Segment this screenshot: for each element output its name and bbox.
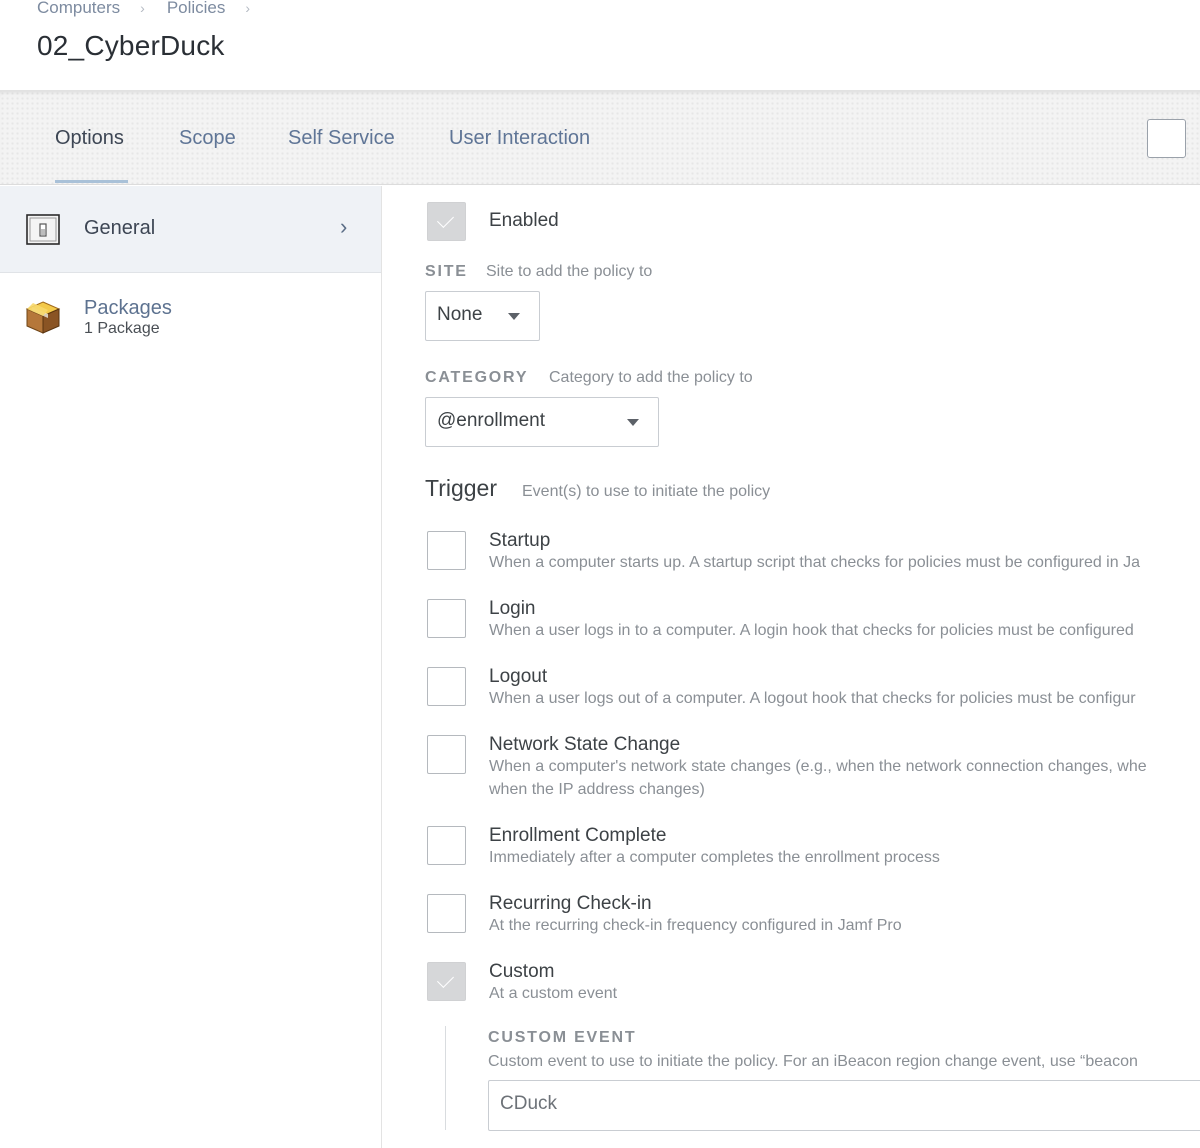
trigger-custom-desc: At a custom event — [489, 985, 618, 1002]
category-select-value: @enrollment — [437, 410, 545, 431]
trigger-enrollment-complete-checkbox[interactable] — [427, 826, 466, 865]
trigger-hint: Event(s) to use to initiate the policy — [522, 483, 771, 500]
tab-options[interactable]: Options — [55, 127, 124, 150]
custom-event-input[interactable]: CDuck — [488, 1080, 1200, 1131]
trigger-network-state-change-checkbox[interactable] — [427, 735, 466, 774]
custom-event-hint: Custom event to use to initiate the poli… — [488, 1053, 1138, 1070]
tab-self-service[interactable]: Self Service — [288, 127, 395, 150]
tab-bar: Options Scope Self Service User Interact… — [0, 90, 1200, 185]
sidebar: General › Packages 1 Package — [0, 186, 382, 1148]
breadcrumb-computers[interactable]: Computers — [37, 0, 120, 18]
trigger-logout-desc: When a user logs out of a computer. A lo… — [489, 690, 1136, 707]
sidebar-item-label: Packages — [84, 297, 172, 319]
package-box-icon — [25, 301, 61, 334]
trigger-login-label: Login — [489, 598, 536, 619]
trigger-startup-label: Startup — [489, 530, 551, 551]
caret-down-icon — [627, 419, 639, 426]
tab-user-interaction[interactable]: User Interaction — [449, 127, 590, 150]
sidebar-item-packages[interactable]: Packages 1 Package — [0, 274, 381, 364]
breadcrumb-separator: › — [245, 0, 251, 16]
trigger-network-state-change-desc-line2: when the IP address changes) — [489, 781, 705, 798]
page-header: Computers › Policies › 02_CyberDuck — [0, 0, 1200, 90]
breadcrumb: Computers › Policies › — [37, 0, 272, 18]
switch-icon — [26, 214, 60, 245]
custom-event-indent-line — [445, 1026, 446, 1130]
trigger-startup-checkbox[interactable] — [427, 531, 466, 570]
site-hint: Site to add the policy to — [486, 263, 653, 280]
page-title: 02_CyberDuck — [37, 30, 225, 61]
trigger-network-state-change-label: Network State Change — [489, 734, 681, 755]
site-select[interactable]: None — [425, 291, 540, 341]
trigger-login-desc: When a user logs in to a computer. A log… — [489, 622, 1134, 639]
breadcrumb-policies[interactable]: Policies — [167, 0, 226, 18]
trigger-recurring-checkin-checkbox[interactable] — [427, 894, 466, 933]
trigger-enrollment-complete-desc: Immediately after a computer completes t… — [489, 849, 940, 866]
tab-bar-action-button[interactable] — [1147, 119, 1186, 158]
trigger-logout-label: Logout — [489, 666, 548, 687]
trigger-custom-checkbox[interactable] — [427, 962, 466, 1001]
trigger-enrollment-complete-label: Enrollment Complete — [489, 825, 667, 846]
category-hint: Category to add the policy to — [549, 369, 753, 386]
caret-down-icon — [508, 313, 520, 320]
sidebar-item-general[interactable]: General › — [0, 186, 381, 273]
custom-event-label: CUSTOM EVENT — [488, 1029, 637, 1046]
trigger-network-state-change-desc: When a computer's network state changes … — [489, 758, 1147, 775]
sidebar-item-label: General — [84, 217, 156, 239]
trigger-logout-checkbox[interactable] — [427, 667, 466, 706]
tab-scope[interactable]: Scope — [179, 127, 236, 150]
chevron-right-icon: › — [340, 214, 348, 239]
sidebar-item-count: 1 Package — [84, 320, 160, 337]
general-settings-panel: Enabled SITE Site to add the policy to N… — [383, 186, 1200, 1148]
category-select[interactable]: @enrollment — [425, 397, 659, 447]
trigger-custom-label: Custom — [489, 961, 555, 982]
enabled-checkbox[interactable] — [427, 202, 466, 241]
breadcrumb-separator: › — [140, 0, 145, 16]
trigger-login-checkbox[interactable] — [427, 599, 466, 638]
site-label: SITE — [425, 263, 468, 280]
trigger-recurring-checkin-desc: At the recurring check-in frequency conf… — [489, 917, 902, 934]
trigger-recurring-checkin-label: Recurring Check-in — [489, 893, 652, 914]
enabled-label: Enabled — [489, 210, 559, 231]
trigger-title: Trigger — [425, 475, 497, 501]
trigger-startup-desc: When a computer starts up. A startup scr… — [489, 554, 1140, 571]
active-tab-indicator — [55, 180, 128, 183]
site-select-value: None — [437, 304, 483, 325]
category-label: CATEGORY — [425, 369, 529, 386]
